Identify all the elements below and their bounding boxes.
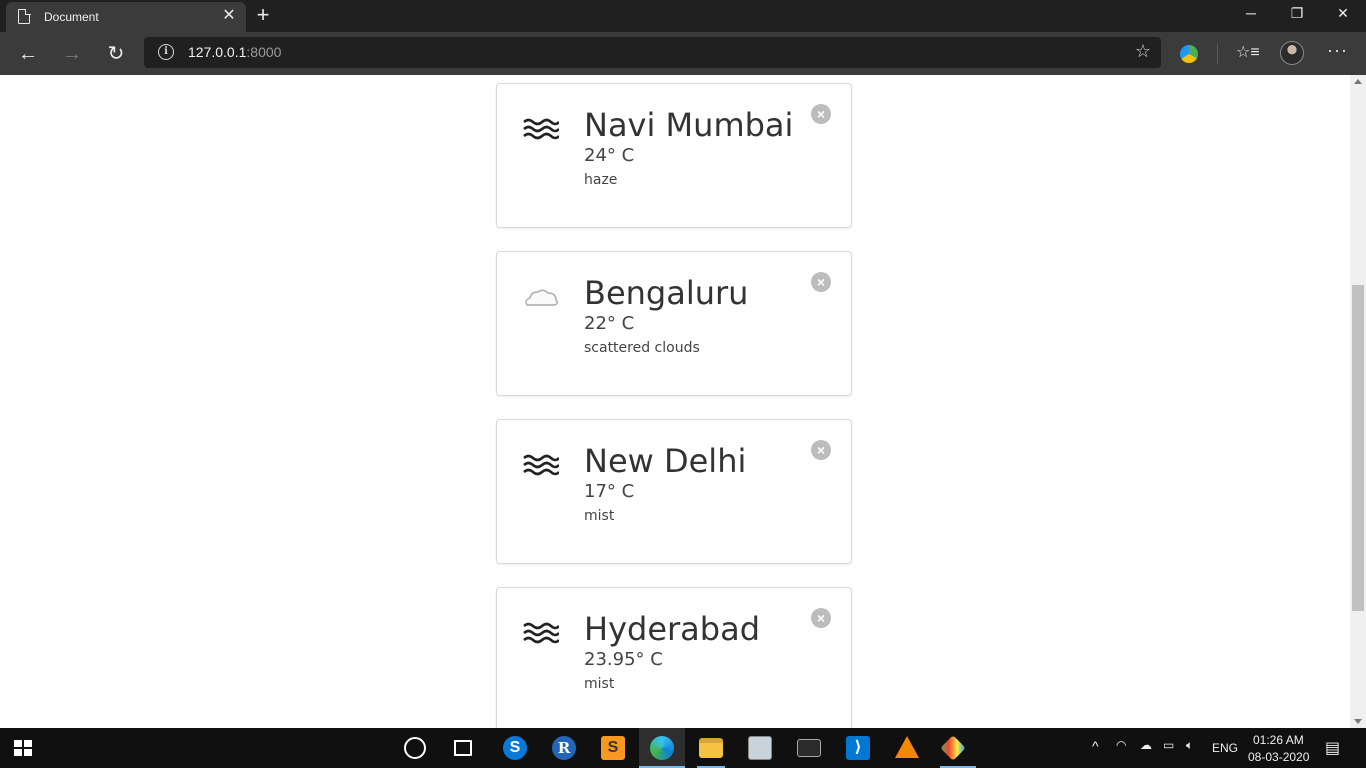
remove-card-button[interactable]: ×: [811, 608, 831, 628]
cloud-sync-icon[interactable]: ☁: [1140, 738, 1152, 752]
browser-toolbar: ← → ↻ i 127.0.0.1:8000 ☆: [0, 32, 1366, 75]
back-button[interactable]: ←: [12, 38, 44, 70]
notifications-icon[interactable]: ▤: [1325, 738, 1340, 758]
file-explorer-icon[interactable]: [699, 738, 723, 758]
weather-description: mist: [584, 676, 615, 692]
minimize-button[interactable]: ─: [1228, 0, 1274, 32]
city-name: Navi Mumbai: [584, 106, 794, 144]
volume-icon[interactable]: 🔈︎: [1186, 738, 1193, 753]
vlc-icon[interactable]: [895, 736, 919, 758]
temperature: 24° C: [584, 145, 635, 166]
extension-icon[interactable]: [1180, 45, 1198, 63]
weather-description: haze: [584, 172, 618, 188]
city-name: New Delhi: [584, 442, 747, 480]
start-button[interactable]: [14, 740, 32, 756]
favorite-star-icon[interactable]: ☆: [1135, 41, 1151, 62]
refresh-button[interactable]: ↻: [100, 38, 132, 70]
git-gui-icon[interactable]: [940, 735, 966, 761]
windows-taskbar: S R S ⟩ ^ ◠ ☁ ▭ 🔈︎ ENG 01:26 AM 08-03-20…: [0, 728, 1366, 768]
weather-card: Bengaluru 22° C scattered clouds ×: [496, 251, 852, 396]
remove-card-button[interactable]: ×: [811, 272, 831, 292]
clock-time[interactable]: 01:26 AM: [1253, 733, 1304, 747]
tab-title: Document: [44, 10, 99, 24]
battery-icon[interactable]: ▭: [1163, 738, 1174, 752]
vscode-icon[interactable]: ⟩: [846, 736, 870, 760]
network-icon[interactable]: ◠: [1116, 738, 1126, 752]
browser-tab[interactable]: Document ✕: [6, 2, 246, 32]
toolbar-divider: [1217, 44, 1218, 64]
task-manager-icon[interactable]: [748, 736, 772, 760]
close-tab-icon[interactable]: ✕: [220, 7, 238, 25]
weather-card: Hyderabad 23.95° C mist ×: [496, 587, 852, 728]
scroll-up-icon[interactable]: [1354, 79, 1362, 84]
scroll-down-icon[interactable]: [1354, 719, 1362, 724]
url-text[interactable]: 127.0.0.1:8000: [188, 44, 281, 60]
edge-browser-icon[interactable]: [650, 736, 674, 760]
terminal-icon[interactable]: [797, 739, 821, 757]
cortana-icon[interactable]: [404, 737, 426, 759]
site-info-icon[interactable]: i: [158, 44, 174, 60]
new-tab-button[interactable]: +: [252, 4, 274, 26]
mist-icon: [523, 622, 559, 644]
browser-titlebar: Document ✕ + ─ ❐ ✕: [0, 0, 1366, 32]
remove-card-button[interactable]: ×: [811, 440, 831, 460]
document-icon: [18, 8, 31, 24]
close-window-button[interactable]: ✕: [1320, 0, 1366, 32]
weather-description: mist: [584, 508, 615, 524]
r-app-icon[interactable]: R: [552, 736, 576, 760]
haze-icon: [523, 118, 559, 140]
mist-icon: [523, 454, 559, 476]
cloud-icon: [525, 289, 558, 306]
input-language[interactable]: ENG: [1212, 741, 1238, 755]
temperature: 17° C: [584, 481, 635, 502]
address-bar[interactable]: i 127.0.0.1:8000 ☆: [144, 37, 1161, 68]
favorites-icon[interactable]: ☆≡: [1236, 42, 1260, 62]
more-options-icon[interactable]: ···: [1327, 40, 1348, 61]
scrollbar-thumb[interactable]: [1352, 285, 1364, 611]
temperature: 23.95° C: [584, 649, 663, 670]
temperature: 22° C: [584, 313, 635, 334]
weather-description: scattered clouds: [584, 340, 700, 356]
restore-button[interactable]: ❐: [1274, 0, 1320, 32]
weather-card: Navi Mumbai 24° C haze ×: [496, 83, 852, 228]
weather-card: New Delhi 17° C mist ×: [496, 419, 852, 564]
page-viewport: Navi Mumbai 24° C haze × Bengaluru 22° C…: [0, 75, 1350, 728]
city-name: Hyderabad: [584, 610, 760, 648]
profile-avatar[interactable]: [1280, 41, 1304, 65]
forward-button[interactable]: →: [56, 38, 88, 70]
skype-icon[interactable]: S: [503, 736, 527, 760]
task-view-icon[interactable]: [454, 740, 472, 756]
remove-card-button[interactable]: ×: [811, 104, 831, 124]
tray-chevron-icon[interactable]: ^: [1092, 738, 1099, 754]
page-scrollbar[interactable]: [1350, 75, 1366, 728]
clock-date[interactable]: 08-03-2020: [1248, 750, 1309, 764]
sublime-text-icon[interactable]: S: [601, 736, 625, 760]
city-name: Bengaluru: [584, 274, 749, 312]
